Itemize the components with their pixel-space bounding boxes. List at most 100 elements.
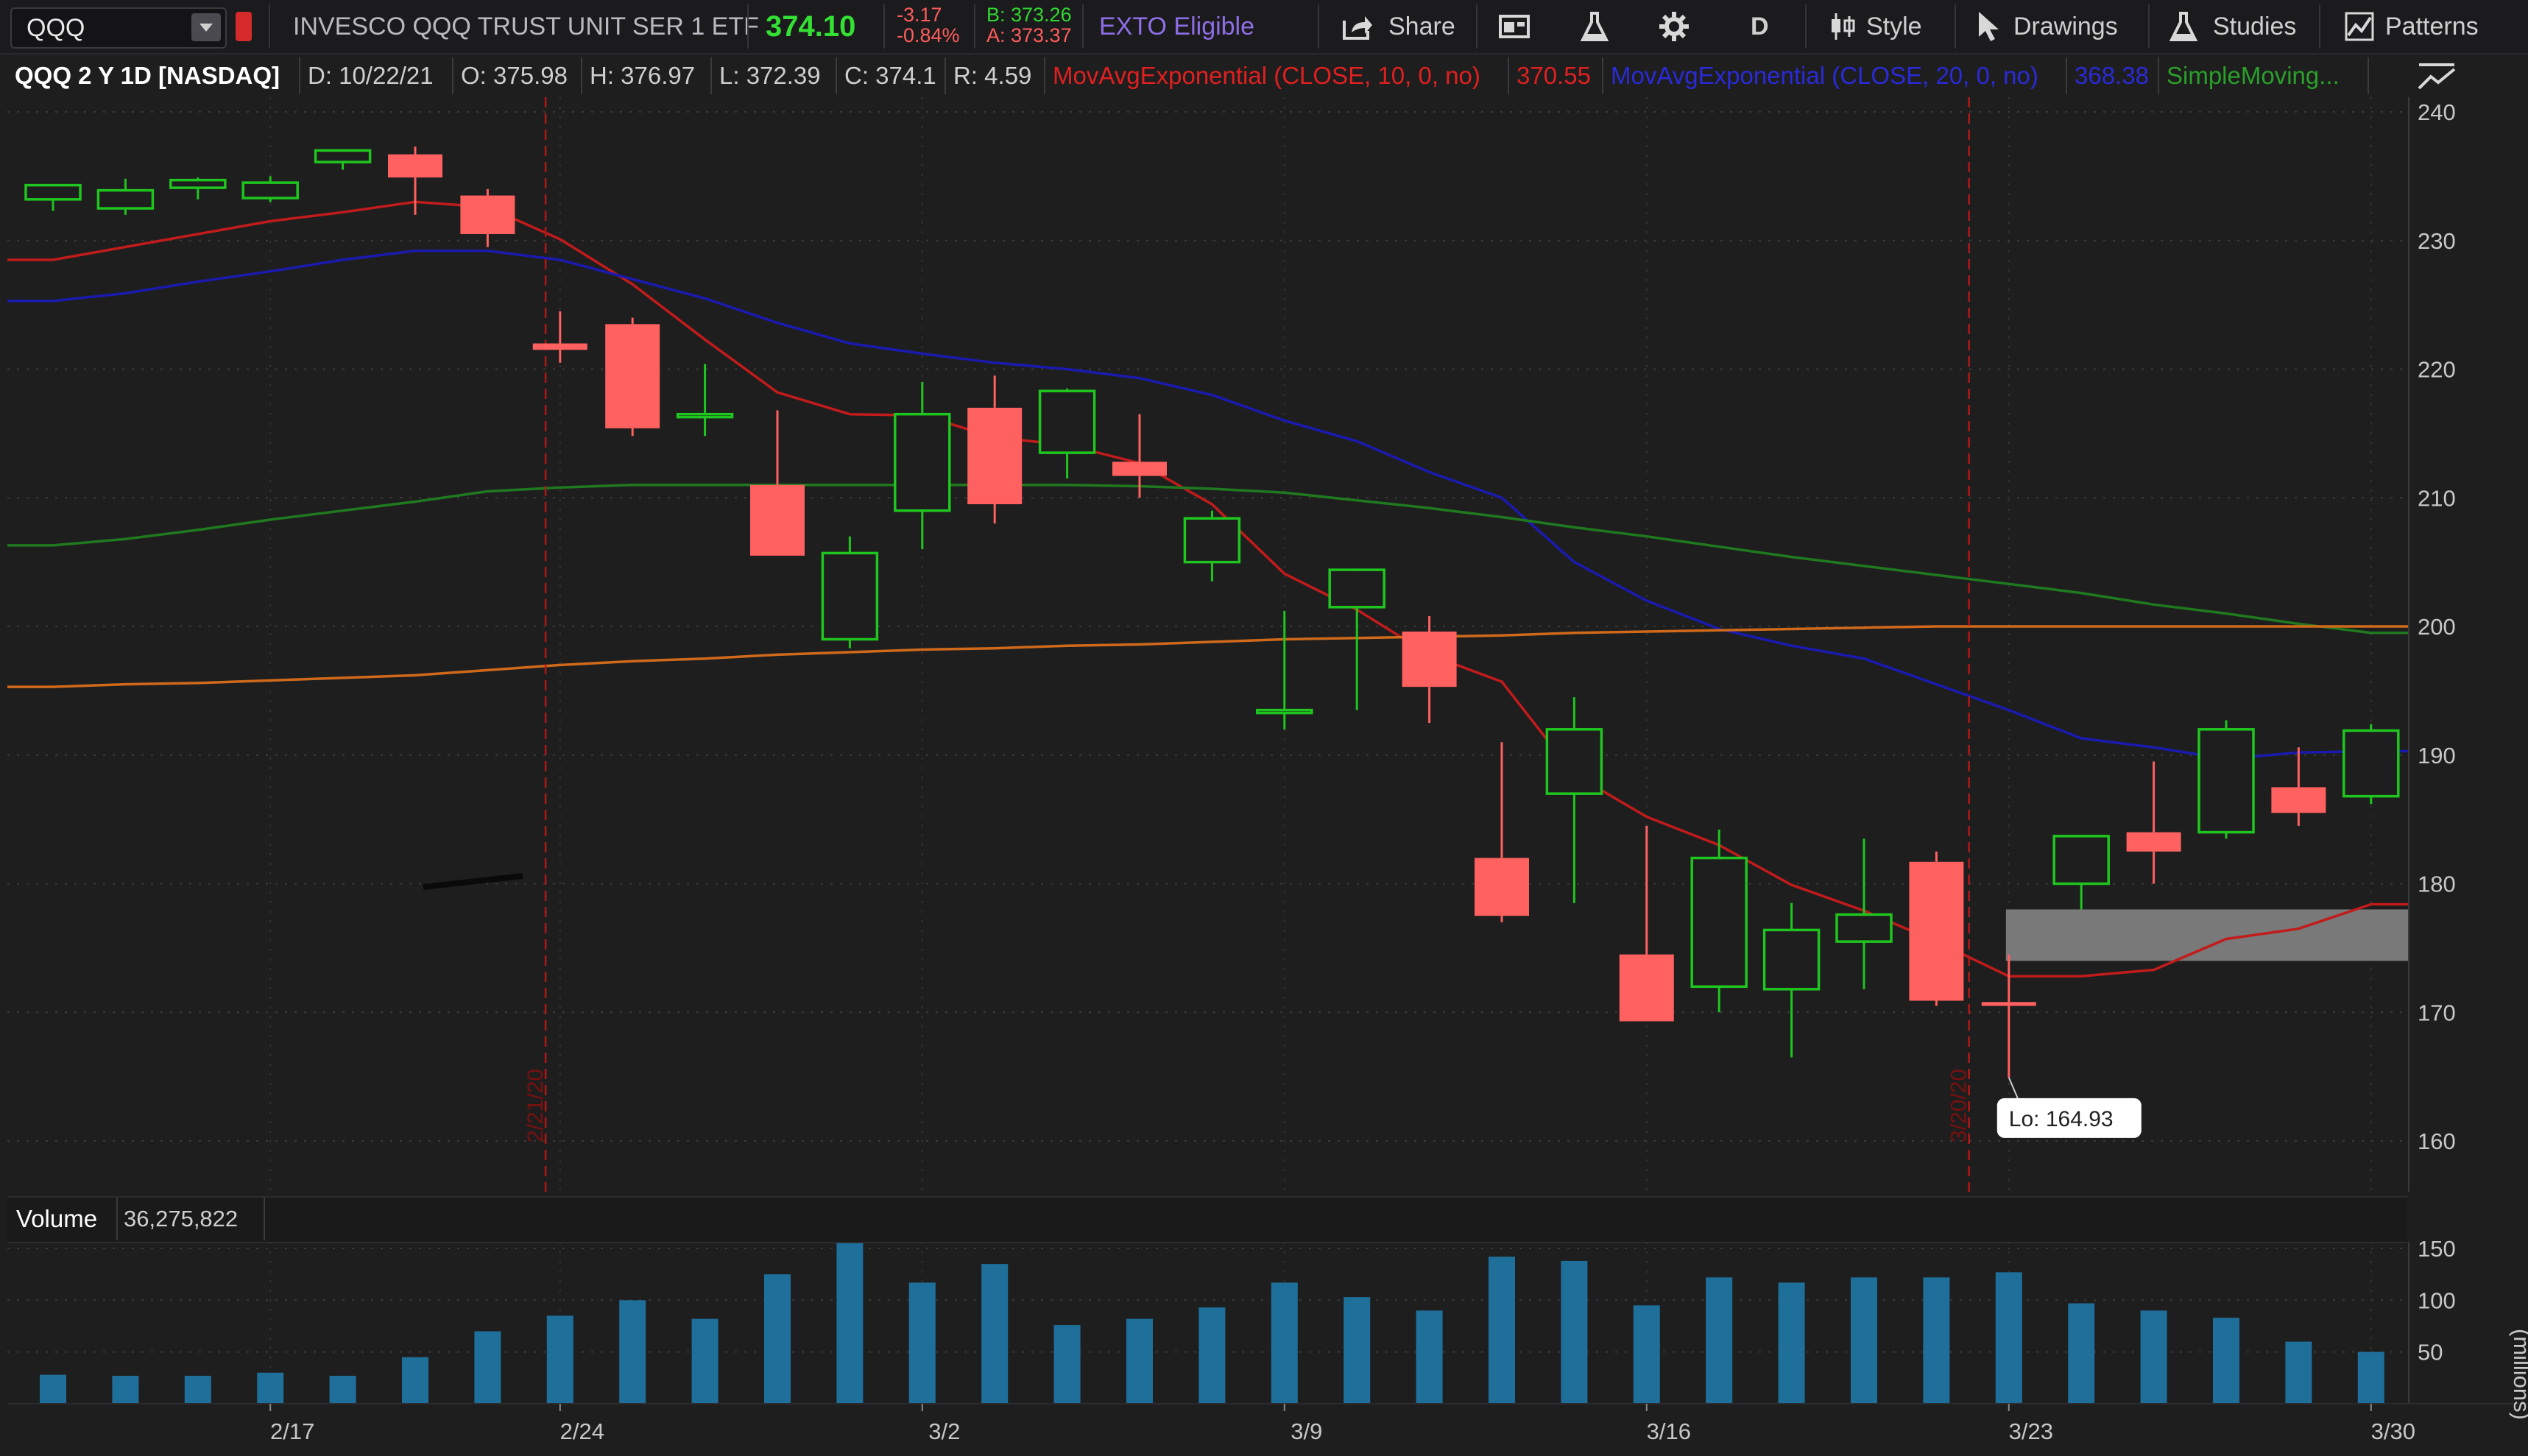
- volume-bar[interactable]: [1851, 1277, 1877, 1404]
- flexible-grid-icon[interactable]: [1498, 10, 1530, 43]
- candle-body-down: [460, 195, 515, 235]
- candle-body-up: [2197, 728, 2255, 834]
- expand-chart-icon[interactable]: [2416, 60, 2457, 93]
- candle-body-up: [1038, 389, 1096, 454]
- studies-flask-icon[interactable]: [2167, 10, 2200, 43]
- volume-bar[interactable]: [2213, 1318, 2239, 1404]
- candle-style-icon[interactable]: [1827, 10, 1860, 43]
- volume-chart[interactable]: 50 100 150 2/17 2/24 3/2 3/9 3/16 3/23 3/30 (mil…: [7, 1196, 2528, 1456]
- info-high: H: 376.97: [582, 57, 712, 94]
- volume-axis: 50 100 150: [2408, 1236, 2456, 1404]
- ema10-study-label[interactable]: MovAvgExponential (CLOSE, 10, 0, no): [1045, 57, 1509, 94]
- volume-bar[interactable]: [1126, 1318, 1153, 1404]
- divider: [1318, 4, 1319, 49]
- symbol-link-icon[interactable]: [236, 12, 252, 41]
- candle-body-down: [1909, 861, 1964, 1001]
- candle-body-down: [1981, 1002, 2036, 1006]
- volume-bar[interactable]: [1561, 1260, 1588, 1404]
- volume-bar[interactable]: [2140, 1310, 2167, 1404]
- volume-bar[interactable]: [184, 1376, 211, 1404]
- exto-eligible-link[interactable]: EXTO Eligible: [1099, 0, 1254, 53]
- cursor-icon[interactable]: [1973, 10, 2005, 43]
- time-tick-label: 3/16: [1647, 1418, 1691, 1444]
- candle[interactable]: [2197, 720, 2255, 839]
- volume-bar[interactable]: [474, 1331, 501, 1404]
- candle-body-up: [1545, 728, 1603, 795]
- volume-bar[interactable]: [981, 1264, 1009, 1404]
- volume-bar[interactable]: [1995, 1272, 2022, 1404]
- volume-bar[interactable]: [112, 1376, 139, 1404]
- volume-bar[interactable]: [1633, 1305, 1660, 1404]
- volume-unit-label: (millions): [2509, 1329, 2528, 1420]
- volume-bar[interactable]: [908, 1282, 936, 1404]
- style-menu[interactable]: Style: [1866, 0, 1922, 53]
- candle[interactable]: [821, 536, 879, 649]
- price-chart[interactable]: 2/21/20 3/20/20 160 170 180 190 200 210 220 230 2…: [7, 97, 2528, 1192]
- pct-change: -0.84%: [897, 24, 960, 46]
- candle-body-down: [967, 407, 1023, 504]
- volume-bar[interactable]: [836, 1243, 864, 1404]
- volume-bar[interactable]: [2285, 1341, 2312, 1404]
- volume-bar[interactable]: [40, 1374, 66, 1404]
- candle-body-down: [750, 484, 805, 556]
- volume-bar[interactable]: [1489, 1257, 1515, 1404]
- time-tick-label: 2/17: [270, 1418, 314, 1444]
- volume-bar[interactable]: [1271, 1282, 1298, 1404]
- volume-bar[interactable]: [1923, 1277, 1950, 1404]
- candle-body-up: [96, 188, 155, 210]
- share-icon[interactable]: [1341, 10, 1374, 43]
- flask-icon[interactable]: [1578, 10, 1611, 43]
- last-price: 374.10: [766, 10, 856, 43]
- candle[interactable]: [2342, 724, 2400, 805]
- price-tick-label: 160: [2418, 1128, 2456, 1154]
- volume-bar[interactable]: [764, 1274, 791, 1404]
- chevron-down-icon[interactable]: [191, 13, 221, 41]
- studies-menu[interactable]: Studies: [2213, 0, 2296, 53]
- sma-study-label[interactable]: SimpleMoving...: [2159, 57, 2369, 94]
- aggregation-selector[interactable]: D: [1751, 0, 1769, 53]
- divider: [1805, 4, 1807, 49]
- patterns-icon[interactable]: [2344, 10, 2376, 43]
- patterns-menu[interactable]: Patterns: [2385, 0, 2479, 53]
- candle-body-up: [2052, 835, 2110, 886]
- candle-body-down: [532, 343, 587, 350]
- price-tick-label: 240: [2418, 99, 2456, 125]
- volume-bar[interactable]: [257, 1372, 284, 1404]
- price-plot-area: [7, 97, 2409, 1192]
- volume-bar[interactable]: [1706, 1277, 1733, 1404]
- divider: [883, 4, 885, 49]
- drawings-menu[interactable]: Drawings: [2013, 0, 2118, 53]
- info-close: C: 374.1: [837, 57, 946, 94]
- ema20-value: 368.38: [2067, 57, 2159, 94]
- price-tick-label: 170: [2418, 1000, 2456, 1025]
- candle[interactable]: [1690, 830, 1748, 1013]
- volume-bar[interactable]: [1344, 1297, 1371, 1404]
- volume-bar[interactable]: [329, 1376, 356, 1404]
- volume-bar[interactable]: [691, 1318, 718, 1404]
- volume-bar[interactable]: [1198, 1307, 1226, 1404]
- divider: [269, 4, 270, 49]
- candle-body-up: [821, 551, 879, 641]
- share-button[interactable]: Share: [1388, 0, 1455, 53]
- volume-bar[interactable]: [619, 1300, 646, 1404]
- candle[interactable]: [605, 317, 660, 437]
- volume-bar[interactable]: [2357, 1351, 2384, 1404]
- volume-bar[interactable]: [1053, 1325, 1081, 1404]
- candle-body-up: [241, 181, 299, 199]
- divider: [2148, 4, 2150, 49]
- volume-bar[interactable]: [402, 1357, 428, 1404]
- volume-bar[interactable]: [2068, 1303, 2095, 1404]
- symbol-selector[interactable]: QQQ: [10, 7, 227, 49]
- ema20-study-label[interactable]: MovAvgExponential (CLOSE, 20, 0, no): [1603, 57, 2067, 94]
- support-zone[interactable]: [2005, 909, 2409, 961]
- time-tick-label: 2/24: [560, 1418, 604, 1444]
- gear-icon[interactable]: [1658, 10, 1690, 43]
- volume-bar[interactable]: [546, 1315, 573, 1404]
- price-change: -3.17 -0.84%: [897, 4, 960, 46]
- candle[interactable]: [1909, 851, 1964, 1006]
- volume-bar[interactable]: [1416, 1310, 1443, 1404]
- volume-tick-label: 100: [2418, 1287, 2456, 1313]
- info-open: O: 375.98: [453, 57, 582, 94]
- volume-bar[interactable]: [1778, 1282, 1805, 1404]
- candle-body-up: [1762, 928, 1821, 991]
